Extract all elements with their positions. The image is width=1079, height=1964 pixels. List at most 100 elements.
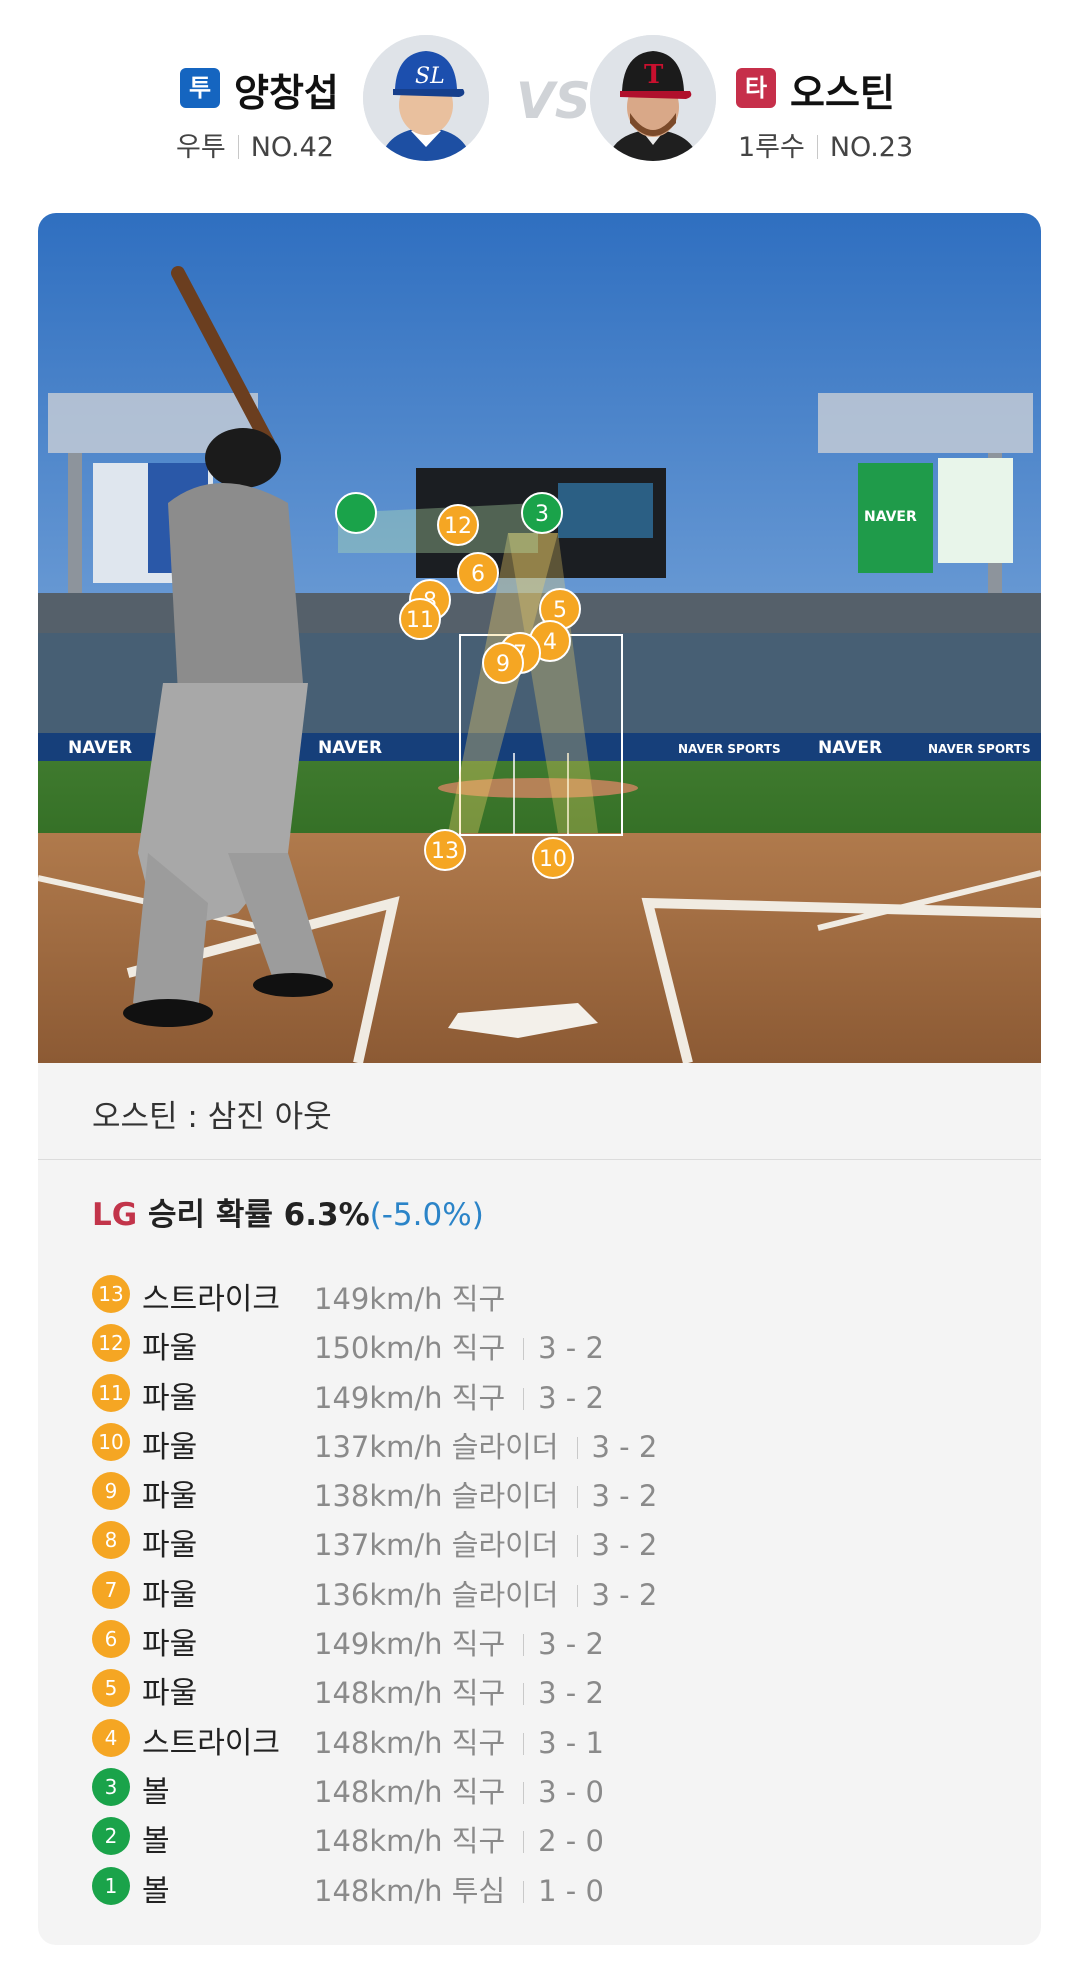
- pitch-marker-6[interactable]: 6: [457, 552, 499, 594]
- pitch-number-badge: 5: [92, 1669, 130, 1708]
- pitch-count: 2 - 0: [538, 1824, 604, 1859]
- pitch-count: 3 - 2: [591, 1528, 658, 1563]
- svg-text:NAVER: NAVER: [318, 738, 382, 758]
- batter-badge: 타: [736, 68, 776, 108]
- svg-text:11: 11: [406, 608, 434, 633]
- pitch-marker-9[interactable]: 9: [482, 642, 524, 684]
- pitch-count: 3 - 2: [591, 1577, 658, 1612]
- pitch-type: 슬라이더: [451, 1528, 559, 1563]
- pitch-number-badge: 3: [92, 1767, 130, 1806]
- pitch-row[interactable]: 2 볼 148km/h 직구 2 - 0: [92, 1812, 992, 1861]
- pitch-info: 149km/h 직구 3 - 2: [314, 1375, 604, 1417]
- svg-text:4: 4: [543, 630, 557, 655]
- win-prob-delta: (-5.0%): [369, 1197, 484, 1233]
- count-separator: [523, 1683, 525, 1706]
- pitch-speed: 149km/h: [314, 1282, 443, 1316]
- count-separator: [523, 1781, 525, 1804]
- count-separator: [523, 1732, 525, 1755]
- count-separator: [523, 1634, 525, 1657]
- pitch-row[interactable]: 5 파울 148km/h 직구 3 - 2: [92, 1664, 992, 1713]
- pitch-result: 파울: [142, 1429, 198, 1465]
- pitch-result: 볼: [142, 1774, 170, 1810]
- pitch-row[interactable]: 7 파울 136km/h 슬라이더 3 - 2: [92, 1566, 992, 1615]
- pitch-speed: 148km/h: [314, 1676, 443, 1711]
- pitch-marker-12[interactable]: 12: [437, 504, 479, 546]
- pitch-number-badge: 10: [92, 1422, 130, 1461]
- pitch-info: 136km/h 슬라이더 3 - 2: [314, 1572, 657, 1614]
- pitch-result: 파울: [142, 1577, 198, 1613]
- svg-text:10: 10: [539, 847, 567, 872]
- pitch-result: 스트라이크: [142, 1725, 280, 1761]
- pitch-row[interactable]: 12 파울 150km/h 직구 3 - 2: [92, 1319, 992, 1368]
- batter-position: 1루수: [738, 132, 805, 163]
- pitch-marker-10[interactable]: 10: [532, 837, 574, 879]
- count-separator: [523, 1338, 525, 1361]
- pitch-row[interactable]: 10 파울 137km/h 슬라이더 3 - 2: [92, 1418, 992, 1467]
- pitch-info: 149km/h 직구: [314, 1276, 505, 1318]
- pitch-marker-13[interactable]: 13: [424, 829, 466, 871]
- pitch-speed: 148km/h: [314, 1774, 443, 1809]
- pitch-speed: 138km/h: [314, 1479, 443, 1514]
- pitch-number-badge: 1: [92, 1866, 130, 1905]
- pitch-row[interactable]: 13 스트라이크 149km/h 직구: [92, 1270, 992, 1319]
- pitch-marker-3[interactable]: 3: [521, 492, 563, 534]
- pitch-speed: 150km/h: [314, 1331, 443, 1366]
- count-separator: [523, 1831, 525, 1854]
- svg-text:NAVER: NAVER: [818, 738, 882, 758]
- pitch-marker-11[interactable]: 11: [399, 598, 441, 640]
- pitch-count: 3 - 2: [538, 1627, 604, 1662]
- svg-text:T: T: [644, 60, 664, 90]
- pitch-speed: 136km/h: [314, 1577, 443, 1612]
- pitch-number-badge: 8: [92, 1521, 130, 1560]
- pitch-info: 148km/h 직구 3 - 2: [314, 1670, 604, 1712]
- pitch-result: 볼: [142, 1824, 170, 1860]
- pitch-marker-2[interactable]: [335, 492, 377, 534]
- svg-text:6: 6: [471, 562, 485, 587]
- count-separator: [576, 1436, 578, 1459]
- pitch-type: 직구: [451, 1774, 506, 1809]
- pitcher-name[interactable]: 양창섭: [234, 62, 339, 117]
- pitch-location-field: NAVER NAVER NAVER NAVER NAVER SPORTS NAV…: [38, 213, 1041, 1065]
- pitch-row[interactable]: 6 파울 149km/h 직구 3 - 2: [92, 1615, 992, 1664]
- pitch-result: 파울: [142, 1479, 198, 1515]
- batter-avatar[interactable]: T: [590, 35, 716, 161]
- pitch-row[interactable]: 1 볼 148km/h 투심 1 - 0: [92, 1862, 992, 1911]
- pitch-info: 137km/h 슬라이더 3 - 2: [314, 1424, 657, 1466]
- svg-text:5: 5: [553, 598, 567, 623]
- pitch-type: 직구: [451, 1676, 506, 1711]
- vs-label: VS: [516, 72, 591, 130]
- svg-text:13: 13: [431, 839, 459, 864]
- pitch-row[interactable]: 3 볼 148km/h 직구 3 - 0: [92, 1763, 992, 1812]
- count-separator: [523, 1880, 525, 1903]
- pitch-speed: 137km/h: [314, 1528, 443, 1563]
- pitch-type: 투심: [451, 1873, 506, 1908]
- pitch-result: 파울: [142, 1627, 198, 1663]
- pitch-row[interactable]: 8 파울 137km/h 슬라이더 3 - 2: [92, 1516, 992, 1565]
- win-prob-label: 승리 확률: [148, 1197, 273, 1233]
- pitch-result: 볼: [142, 1873, 170, 1909]
- pitch-row[interactable]: 9 파울 138km/h 슬라이더 3 - 2: [92, 1467, 992, 1516]
- batter-name[interactable]: 오스틴: [790, 62, 895, 117]
- pitch-type: 직구: [451, 1282, 506, 1316]
- pitch-result: 스트라이크: [142, 1282, 280, 1317]
- pitch-row[interactable]: 11 파울 149km/h 직구 3 - 2: [92, 1369, 992, 1418]
- pitch-type: 슬라이더: [451, 1479, 559, 1514]
- pitch-result: 파울: [142, 1528, 198, 1564]
- pitch-row[interactable]: 4 스트라이크 148km/h 직구 3 - 1: [92, 1714, 992, 1763]
- pitch-type: 슬라이더: [451, 1429, 559, 1464]
- pitch-count: 3 - 2: [538, 1380, 604, 1415]
- pitcher-avatar[interactable]: SL: [363, 35, 489, 161]
- pitcher-badge: 투: [180, 68, 220, 108]
- win-prob-team: LG: [92, 1197, 138, 1233]
- pitch-count: 1 - 0: [538, 1873, 604, 1908]
- pitch-count: 3 - 0: [538, 1774, 604, 1809]
- svg-text:9: 9: [496, 652, 510, 677]
- pitch-result: 파울: [142, 1676, 198, 1712]
- pitcher-throws: 우투: [176, 132, 226, 163]
- result-text: 오스틴 : 삼진 아웃: [92, 1099, 332, 1135]
- pitcher-meta: 우투 NO.42: [176, 125, 334, 164]
- pitch-count: 3 - 2: [591, 1429, 658, 1464]
- at-bat-card: NAVER NAVER NAVER NAVER NAVER SPORTS NAV…: [38, 213, 1041, 1945]
- pitch-info: 148km/h 직구 3 - 0: [314, 1769, 604, 1811]
- naver-banner-text: NAVER: [864, 509, 917, 525]
